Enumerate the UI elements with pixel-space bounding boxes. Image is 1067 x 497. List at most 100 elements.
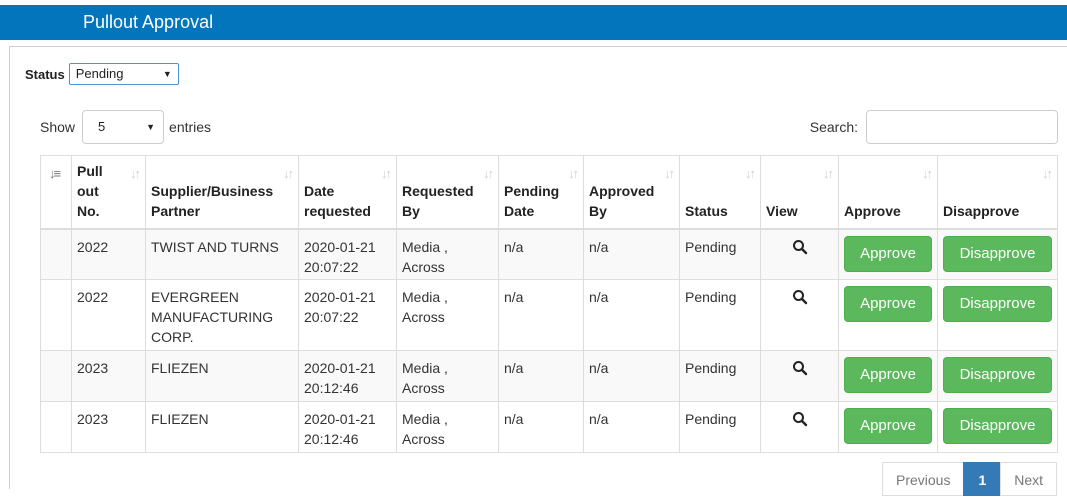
page-length-select[interactable]: 5 ▼ [82,110,165,144]
search-label: Search: [809,119,858,135]
table-row: 2023 FLIEZEN 2020-01-21 20:12:46 Media ,A… [40,401,1058,453]
column-header-supplier[interactable]: ↓↑ Supplier/Business Partner [145,155,299,230]
supplier-cell: TWIST AND TURNS [145,228,299,280]
row-index-cell [40,228,72,280]
status-filter-label: Status [25,66,65,82]
page-title-bar: Pullout Approval [0,5,1067,40]
supplier-cell: FLIEZEN [145,401,299,453]
entries-label: entries [169,119,212,135]
sort-arrows-icon: ↓↑ [745,166,756,181]
table-row: 2023 FLIEZEN 2020-01-21 20:12:46 Media ,A… [40,350,1058,402]
pending-date-cell: n/a [498,279,584,351]
column-header-pending-date[interactable]: ↓↑ Pending Date [498,155,584,230]
sort-arrows-icon: ↓↑ [483,166,494,181]
sort-arrows-icon: ↓↑ [664,166,675,181]
previous-page-button[interactable]: Previous [882,462,965,496]
column-header-pullout-no[interactable]: ↓↑ Pull out No. [71,155,146,230]
column-header-disapprove[interactable]: ↓↑ Disapprove [937,155,1058,230]
view-cell [760,279,839,351]
table-row: 2022 TWIST AND TURNS 2020-01-21 20:07:22 … [40,228,1058,280]
status-filter: Status Pending ▼ [25,63,179,85]
date-requested-cell: 2020-01-21 20:07:22 [298,279,397,351]
requested-by-cell: Media , Across [396,279,499,351]
status-cell: Pending [679,228,761,280]
approve-cell: Approve [838,401,938,453]
pending-date-cell: n/a [498,401,584,453]
disapprove-button[interactable]: Disapprove [943,286,1052,322]
status-cell: Pending [679,350,761,402]
status-cell: Pending [679,279,761,351]
approved-by-cell: n/a [583,279,680,351]
search-icon[interactable] [792,289,808,305]
requested-by-cell: Media , Across [396,401,499,453]
pending-date-cell: n/a [498,350,584,402]
status-select[interactable]: Pending ▼ [68,63,179,85]
column-header-status[interactable]: ↓↑ Status [679,155,761,230]
disapprove-cell: Disapprove [937,228,1058,280]
column-header-date-requested[interactable]: ↓↑ Date requested [298,155,397,230]
sort-arrows-icon: ↓↑ [823,166,834,181]
column-header-approve[interactable]: ↓↑ Approve [838,155,938,230]
page-length-value: 5 [98,119,106,134]
status-cell: Pending [679,401,761,453]
approve-button[interactable]: Approve [844,286,932,322]
view-cell [760,350,839,402]
disapprove-cell: Disapprove [937,279,1058,351]
approve-button[interactable]: Approve [844,235,932,272]
column-header-index[interactable]: ↓≡ [40,155,72,230]
search-input[interactable] [866,110,1058,144]
sort-amount-asc-icon: ↓≡ [49,166,61,181]
chevron-down-icon: ▼ [146,122,156,132]
row-index-cell [40,279,72,351]
approve-cell: Approve [838,350,938,402]
pullout-no-cell: 2022 [71,279,146,351]
search-icon[interactable] [792,239,808,255]
date-requested-cell: 2020-01-21 20:07:22 [298,228,397,280]
column-header-requested-by[interactable]: ↓↑ Requested By [396,155,499,230]
pullout-no-cell: 2022 [71,228,146,280]
column-header-approved-by[interactable]: ↓↑ Approved By [583,155,680,230]
sort-arrows-icon: ↓↑ [922,166,933,181]
approved-by-cell: n/a [583,401,680,453]
approve-cell: Approve [838,228,938,280]
approve-cell: Approve [838,279,938,351]
approved-by-cell: n/a [583,228,680,280]
show-label: Show [40,119,76,135]
search-icon[interactable] [792,360,808,376]
date-requested-cell: 2020-01-21 20:12:46 [298,401,397,453]
row-index-cell [40,350,72,402]
page-title: Pullout Approval [83,12,214,32]
table-header-row: ↓≡ ↓↑ Pull out No. ↓↑ Supplier/Business Partn… [40,155,1058,230]
pagination: Previous 1 Next [882,462,1058,496]
approve-button[interactable]: Approve [844,357,932,393]
pullout-table: ↓≡ ↓↑ Pull out No. ↓↑ Supplier/Business Partn… [40,155,1058,453]
requested-by-cell: Media , Across [396,228,499,280]
sort-arrows-icon: ↓↑ [283,166,294,181]
disapprove-button[interactable]: Disapprove [943,357,1052,393]
sort-arrows-icon: ↓↑ [130,166,141,181]
approve-button[interactable]: Approve [844,408,932,444]
sort-arrows-icon: ↓↑ [1042,166,1053,181]
table-row: 2022 EVERGREEN MANUFACTURING CORP. 2020-01… [40,279,1058,351]
view-cell [760,228,839,280]
column-header-view[interactable]: ↓↑ View [760,155,839,230]
requested-by-cell: Media , Across [396,350,499,402]
disapprove-button[interactable]: Disapprove [943,235,1052,272]
view-cell [760,401,839,453]
approved-by-cell: n/a [583,350,680,402]
table-search: Search: [810,110,1058,144]
pullout-no-cell: 2023 [71,350,146,402]
next-page-button[interactable]: Next [1000,462,1058,496]
row-index-cell [40,401,72,453]
sort-arrows-icon: ↓↑ [381,166,392,181]
supplier-cell: FLIEZEN [145,350,299,402]
status-select-value: Pending [75,66,124,81]
supplier-cell: EVERGREEN MANUFACTURING CORP. [145,279,299,351]
sort-arrows-icon: ↓↑ [568,166,579,181]
disapprove-button[interactable]: Disapprove [943,408,1052,444]
chevron-down-icon: ▼ [162,69,172,79]
disapprove-cell: Disapprove [937,350,1058,402]
page-number-button[interactable]: 1 [963,462,1002,496]
search-icon[interactable] [792,411,808,427]
pending-date-cell: n/a [498,228,584,280]
